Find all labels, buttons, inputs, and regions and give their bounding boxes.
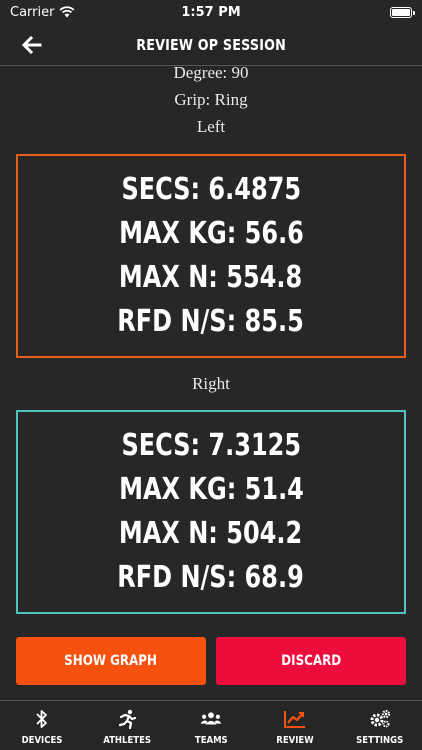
left-max-kg: MAX KG: 56.6 [118, 216, 304, 251]
left-max-n: MAX N: 554.8 [119, 260, 303, 295]
arrow-left-icon [21, 35, 42, 55]
show-graph-label: SHOW GRAPH [64, 653, 158, 669]
show-graph-button[interactable]: SHOW GRAPH [16, 637, 206, 685]
left-hand-label: Left [196, 117, 226, 136]
tab-review[interactable]: REVIEW [253, 701, 337, 750]
right-results-box: SECS: 7.3125 MAX KG: 51.4 MAX N: 504.2 R… [16, 410, 406, 614]
tab-athletes[interactable]: ATHLETES [84, 701, 168, 750]
tab-settings[interactable]: SETTINGS [338, 701, 422, 750]
nav-bar: REVIEW OP SESSION [0, 24, 422, 66]
grip-label: Grip: Ring [174, 90, 248, 109]
back-button[interactable] [20, 33, 44, 57]
left-rfd: RFD N/S: 85.5 [117, 304, 305, 339]
tab-label-review: REVIEW [276, 735, 315, 746]
status-bar: Carrier 1:57 PM [0, 0, 422, 24]
gears-icon [369, 708, 391, 730]
left-secs: SECS: 6.4875 [121, 172, 301, 207]
tab-teams[interactable]: TEAMS [169, 701, 253, 750]
degree-label: Degree: 90 [173, 63, 249, 82]
tab-label-teams: TEAMS [194, 735, 228, 746]
tab-bar: DEVICES ATHLETES TEAMS REVIEW SETTINGS [0, 700, 422, 750]
status-left: Carrier [10, 5, 75, 20]
users-icon [200, 708, 222, 730]
page-title: REVIEW OP SESSION [136, 35, 286, 54]
bluetooth-icon [31, 708, 53, 730]
carrier-label: Carrier [10, 4, 55, 20]
right-max-kg: MAX KG: 51.4 [118, 472, 304, 507]
right-rfd: RFD N/S: 68.9 [117, 560, 305, 595]
discard-button[interactable]: DISCARD [216, 637, 406, 685]
tab-label-devices: DEVICES [21, 735, 63, 746]
right-hand-label: Right [192, 374, 230, 393]
tab-label-settings: SETTINGS [356, 735, 404, 746]
tab-label-athletes: ATHLETES [102, 735, 151, 746]
tab-devices[interactable]: DEVICES [0, 701, 84, 750]
runner-icon [116, 708, 138, 730]
right-max-n: MAX N: 504.2 [119, 516, 303, 551]
chart-icon [284, 708, 306, 730]
battery-icon [390, 6, 415, 18]
right-secs: SECS: 7.3125 [121, 428, 301, 463]
discard-label: DISCARD [281, 653, 341, 669]
wifi-icon [60, 6, 75, 18]
left-results-box: SECS: 6.4875 MAX KG: 56.6 MAX N: 554.8 R… [16, 154, 406, 358]
